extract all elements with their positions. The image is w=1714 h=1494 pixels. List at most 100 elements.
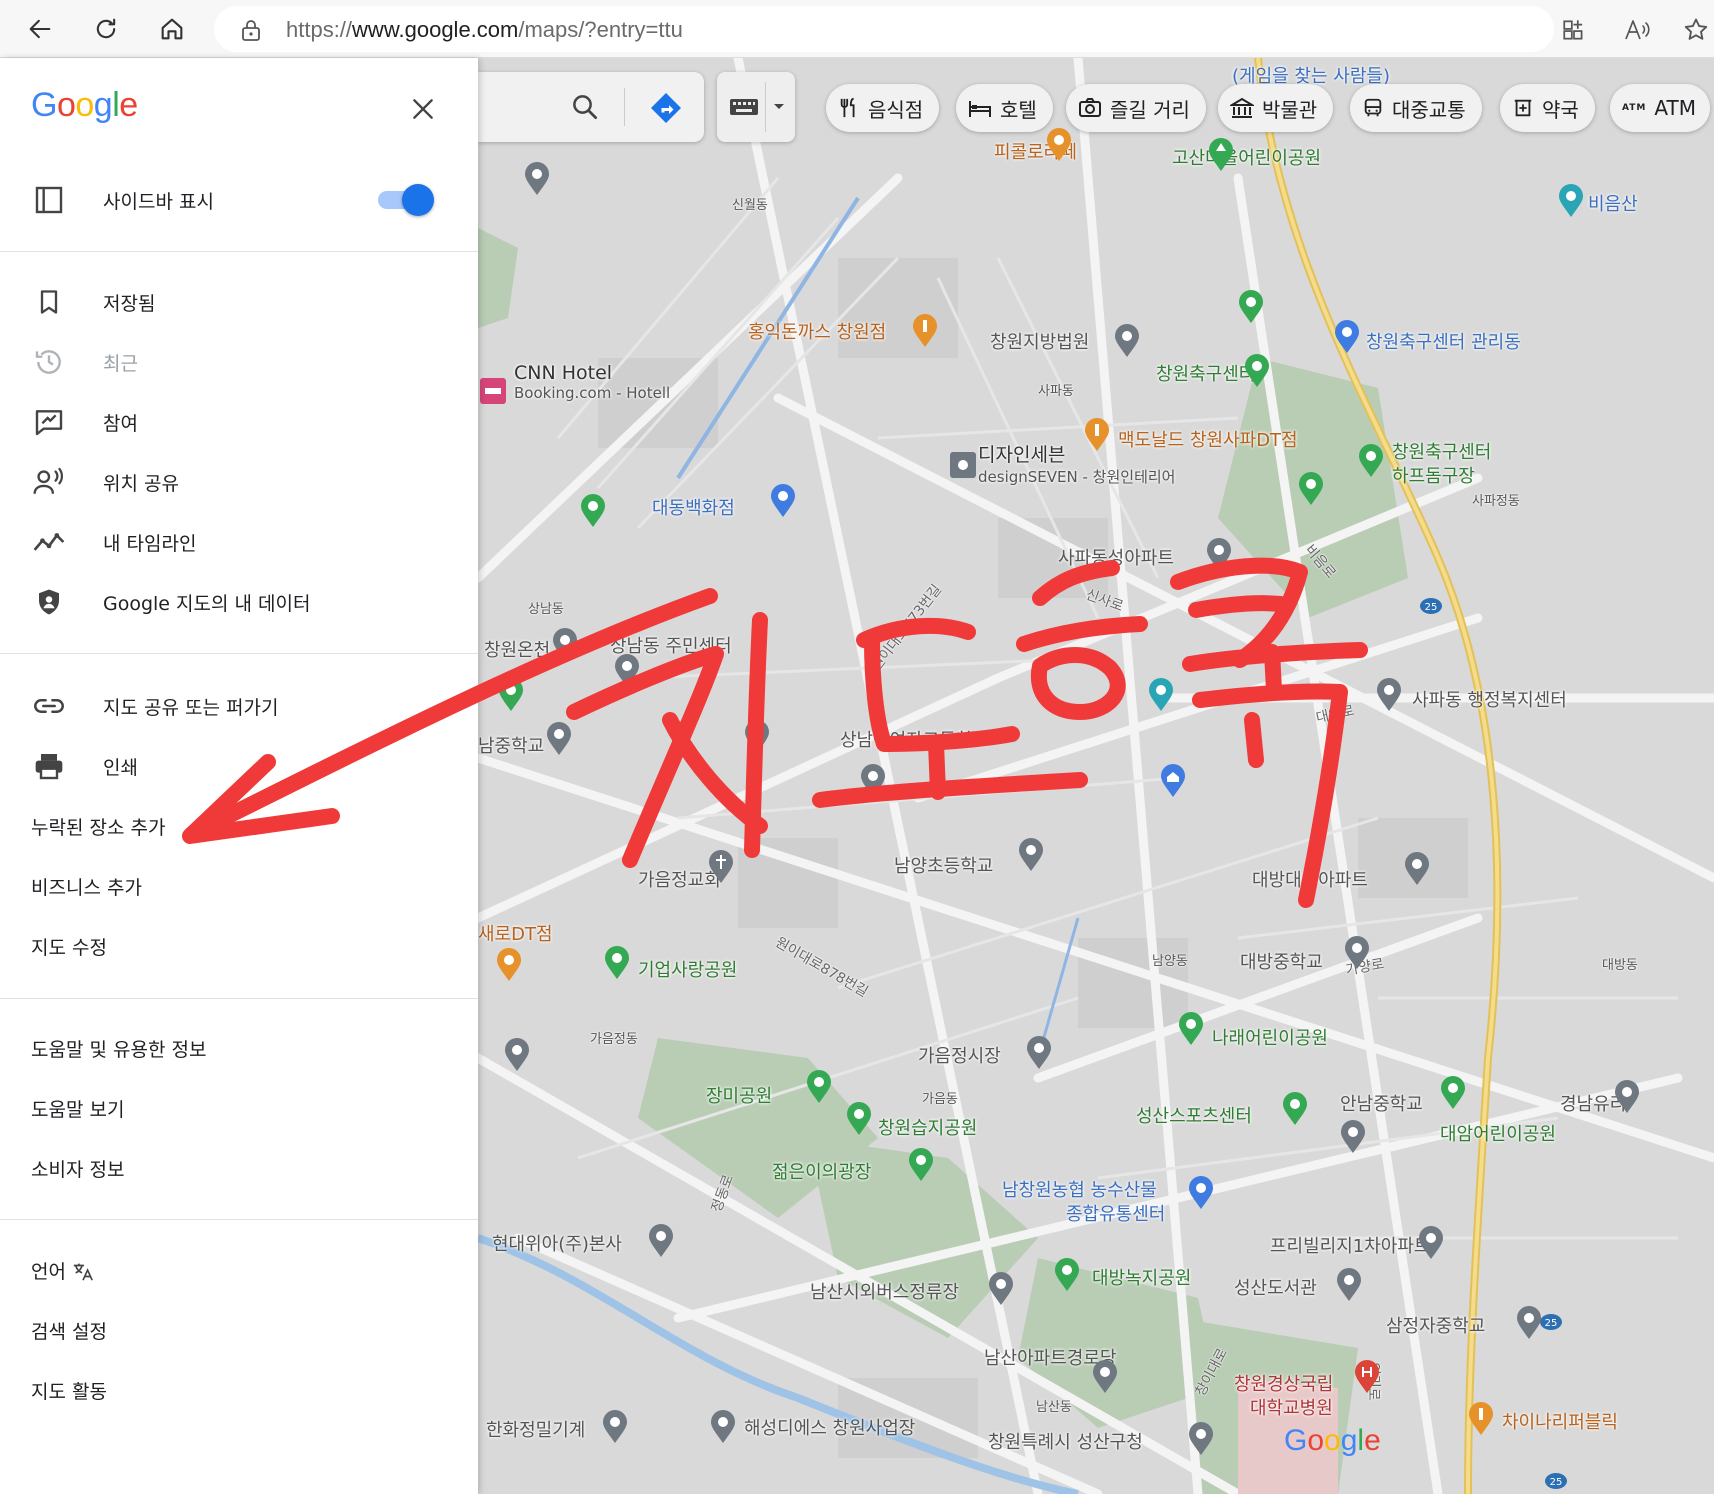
pin-attraction-icon[interactable]	[1148, 678, 1174, 712]
pin-park-icon[interactable]	[908, 1148, 934, 1182]
map-canvas[interactable]: 25 25 25 피콜로라떼 고산마을어린이공원 비음산 (게임을 찾는 사람들…	[478, 58, 1714, 1494]
pin-gray-icon[interactable]	[524, 162, 550, 196]
poi-gaeum-market[interactable]: 가음정시장	[918, 1042, 1001, 1068]
poi-seongsan-library[interactable]: 성산도서관	[1234, 1274, 1317, 1300]
menu-item-add-missing-place[interactable]: 누락된 장소 추가	[0, 798, 478, 854]
pin-park-icon[interactable]	[1244, 354, 1270, 388]
home-button[interactable]	[150, 8, 194, 50]
poi-football-office[interactable]: 창원축구센터 관리동	[1366, 328, 1521, 354]
poi-halfdome-1[interactable]: 창원축구센터	[1392, 438, 1491, 464]
poi-namsan-bus[interactable]: 남산시외버스정류장	[810, 1278, 959, 1304]
chip-atm[interactable]: ATM ATM	[1610, 84, 1710, 132]
pin-gray-icon[interactable]	[614, 654, 640, 688]
poi-narae-park[interactable]: 나래어린이공원	[1212, 1024, 1328, 1050]
menu-item-recent[interactable]: 최근	[0, 334, 478, 390]
poi-mcdonalds[interactable]: 맥도날드 창원사파DT점	[1118, 426, 1298, 452]
chip-hotels[interactable]: 호텔	[956, 84, 1053, 132]
menu-item-tips[interactable]: 도움말 및 유용한 정보	[0, 1020, 478, 1076]
pin-school-icon[interactable]	[1344, 936, 1370, 970]
poi-namjung[interactable]: 남중학교	[478, 732, 544, 758]
poi-samjeongja-middle[interactable]: 삼정자중학교	[1386, 1312, 1485, 1338]
chip-things-to-do[interactable]: 즐길 거리	[1066, 84, 1206, 132]
poi-freeville[interactable]: 프리빌리지1차아파트	[1270, 1232, 1431, 1258]
poi-seongsan-gu[interactable]: 창원특례시 성산구청	[988, 1428, 1143, 1454]
poi-sapa-welfare[interactable]: 사파동 행정복지센터	[1412, 686, 1567, 712]
pin-park-icon[interactable]	[846, 1102, 872, 1136]
pin-park-icon[interactable]	[604, 946, 630, 980]
pin-apartment-icon[interactable]	[1418, 1226, 1444, 1260]
menu-item-add-business[interactable]: 비즈니스 추가	[0, 858, 478, 914]
pin-park-icon[interactable]	[806, 1070, 832, 1104]
poi-china-republic[interactable]: 차이나리퍼블릭	[1502, 1408, 1618, 1434]
pin-restaurant-icon[interactable]	[912, 314, 938, 348]
pin-park-icon[interactable]	[1238, 290, 1264, 324]
pin-gray-icon[interactable]	[1092, 1360, 1118, 1394]
pin-school-icon[interactable]	[744, 720, 770, 754]
pin-school-icon[interactable]	[1018, 838, 1044, 872]
pin-church-icon[interactable]	[708, 850, 734, 884]
pin-gray-icon[interactable]	[860, 764, 886, 798]
menu-item-share-embed[interactable]: 지도 공유 또는 퍼가기	[0, 678, 478, 734]
close-menu-button[interactable]	[402, 88, 444, 130]
poi-daebang-apt[interactable]: 대방대동아파트	[1252, 866, 1368, 892]
poi-seongsan-sports[interactable]: 성산스포츠센터	[1136, 1102, 1252, 1128]
poi-dt-shop[interactable]: 새로DT점	[478, 920, 553, 946]
menu-item-saved[interactable]: 저장됨	[0, 274, 478, 330]
pin-library-icon[interactable]	[1336, 1268, 1362, 1302]
map-search-box[interactable]	[478, 72, 704, 142]
pin-park-icon[interactable]	[1358, 444, 1384, 478]
pin-court-icon[interactable]	[1114, 324, 1140, 358]
poi-hongik-tonkatsu[interactable]: 홍익돈까스 창원점	[748, 318, 886, 344]
poi-football-center[interactable]: 창원축구센터	[1156, 360, 1255, 386]
pin-park-icon[interactable]	[498, 678, 524, 712]
pin-cafe-icon[interactable]	[1046, 128, 1072, 162]
chip-museums[interactable]: 박물관	[1218, 84, 1334, 132]
pin-park-icon[interactable]	[1298, 472, 1324, 506]
pin-sports-icon[interactable]	[1282, 1092, 1308, 1126]
poi-daebang-middle[interactable]: 대방중학교	[1240, 948, 1323, 974]
pin-gray-icon[interactable]	[710, 1410, 736, 1444]
url-text[interactable]: https://www.google.com/maps/?entry=ttu	[286, 17, 683, 43]
pin-apartment-icon[interactable]	[1404, 852, 1430, 886]
pin-gray-icon[interactable]	[552, 628, 578, 662]
pin-gray-icon[interactable]	[1614, 1080, 1640, 1114]
pin-cafe-icon[interactable]	[496, 948, 522, 982]
pin-hotel-icon[interactable]	[478, 376, 508, 406]
pin-government-icon[interactable]	[1188, 1422, 1214, 1456]
menu-item-contribute[interactable]: 참여	[0, 394, 478, 450]
pin-school-icon[interactable]	[546, 722, 572, 756]
chip-pharmacy[interactable]: 약국	[1500, 84, 1595, 132]
poi-sapa-apt[interactable]: 사파동성아파트	[1058, 544, 1174, 570]
poi-haesung[interactable]: 해성디에스 창원사업장	[744, 1414, 915, 1440]
pin-school-icon[interactable]	[1340, 1120, 1366, 1154]
reload-button[interactable]	[84, 8, 128, 50]
menu-item-consumer-info[interactable]: 소비자 정보	[0, 1140, 478, 1196]
apps-button[interactable]	[1554, 10, 1594, 50]
directions-button[interactable]	[648, 90, 684, 130]
sidebar-toggle-switch[interactable]	[378, 182, 434, 216]
pin-government-icon[interactable]	[1376, 678, 1402, 712]
menu-item-search-settings[interactable]: 검색 설정	[0, 1302, 478, 1358]
poi-hyundai-wia[interactable]: 현대위아(주)본사	[492, 1230, 622, 1256]
back-button[interactable]	[18, 8, 62, 50]
pin-market-icon[interactable]	[1026, 1036, 1052, 1070]
poi-daebang-green[interactable]: 대방녹지공원	[1092, 1264, 1191, 1290]
pin-shop-icon[interactable]	[1334, 320, 1360, 354]
poi-biumsan[interactable]: 비음산	[1588, 190, 1638, 216]
pin-park-icon[interactable]	[1208, 138, 1234, 172]
pin-park-icon[interactable]	[580, 494, 606, 528]
favorite-button[interactable]	[1676, 10, 1714, 50]
pin-biumsan-icon[interactable]	[1558, 184, 1584, 218]
poi-changwon-oncheon[interactable]: 창원온천	[484, 636, 550, 662]
pin-bus-icon[interactable]	[988, 1272, 1014, 1306]
menu-item-language[interactable]: 언어	[0, 1242, 478, 1298]
pin-apartment-icon[interactable]	[1206, 538, 1232, 572]
pin-park-icon[interactable]	[1054, 1258, 1080, 1292]
poi-jangmi-park[interactable]: 장미공원	[706, 1082, 772, 1108]
address-bar[interactable]: https://www.google.com/maps/?entry=ttu	[214, 6, 1554, 52]
input-tools-button[interactable]	[717, 72, 795, 142]
poi-court[interactable]: 창원지방법원	[990, 328, 1089, 354]
poi-youth-square[interactable]: 젊은이의광장	[772, 1158, 871, 1184]
menu-item-help[interactable]: 도움말 보기	[0, 1080, 478, 1136]
poi-daeam-park[interactable]: 대암어린이공원	[1440, 1120, 1556, 1146]
